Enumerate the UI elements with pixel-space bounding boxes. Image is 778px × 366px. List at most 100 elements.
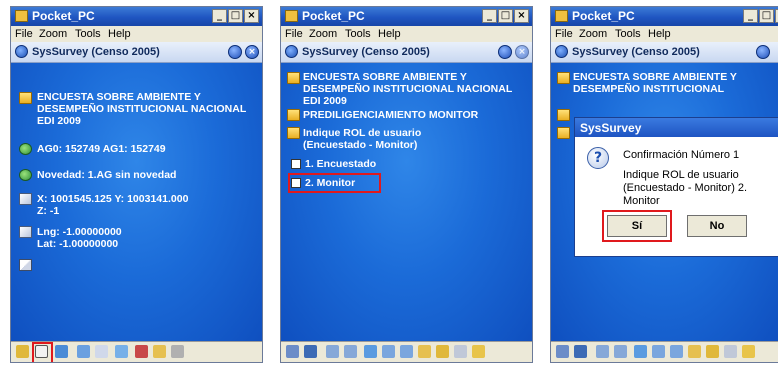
coordinates-icon (19, 193, 32, 205)
menu-file[interactable]: File (555, 28, 573, 40)
maximize-button[interactable]: □ (759, 9, 774, 23)
window-titlebar: Pocket_PC _ □ × (281, 7, 532, 26)
maximize-button[interactable]: □ (228, 9, 243, 23)
menu-tools[interactable]: Tools (615, 28, 641, 40)
no-button[interactable]: No (687, 215, 747, 237)
menu-file[interactable]: File (15, 28, 33, 40)
menu-file[interactable]: File (285, 28, 303, 40)
folder-open-icon (287, 109, 300, 121)
dialog-message: Indique ROL de usuario (Encuestado - Mon… (623, 169, 748, 207)
pencil-icon[interactable] (688, 345, 701, 358)
minimize-button[interactable]: _ (743, 9, 758, 23)
pencil-icon[interactable] (418, 345, 431, 358)
confirmation-dialog: SysSurvey ? Confirmación Número 1 Indiqu… (574, 117, 778, 257)
pencil-icon[interactable] (153, 345, 166, 358)
folder-icon (19, 92, 32, 104)
encuestado-checkbox[interactable] (291, 159, 301, 169)
refresh-icon[interactable] (115, 345, 128, 358)
minimize-button[interactable]: _ (212, 9, 227, 23)
dialog-body: ? Confirmación Número 1 Indique ROL de u… (575, 137, 778, 256)
flag-icon (19, 259, 32, 271)
refresh-icon[interactable] (634, 345, 647, 358)
dialog-titlebar: SysSurvey (575, 118, 778, 137)
menu-help[interactable]: Help (378, 28, 401, 40)
tree-icon[interactable] (382, 345, 395, 358)
menu-help[interactable]: Help (108, 28, 131, 40)
window-titlebar: Pocket_PC _ □ × (551, 7, 778, 26)
globe-tool-icon[interactable] (55, 345, 68, 358)
window-icon[interactable] (95, 345, 108, 358)
app-title: SysSurvey (Censo 2005) (572, 46, 700, 58)
highlight-yes-button (602, 210, 672, 242)
question-icon: ? (587, 147, 609, 169)
app-close-button[interactable]: × (245, 45, 259, 59)
xy-coordinates: X: 1001545.125 Y: 1003141.000 (37, 193, 189, 205)
tree-icon[interactable] (652, 345, 665, 358)
app-icon (555, 45, 568, 58)
dialog-title: SysSurvey (580, 121, 642, 135)
pocket-pc-window-2: Pocket_PC _ □ × File Zoom Tools Help Sys… (280, 6, 533, 363)
novedad-text: Novedad: 1.AG sin novedad (37, 169, 177, 181)
menu-tools[interactable]: Tools (345, 28, 371, 40)
undo-icon[interactable] (326, 345, 339, 358)
app-minimize-button[interactable] (228, 45, 242, 59)
bottom-toolbar (551, 341, 778, 362)
window-title: Pocket_PC (572, 9, 635, 23)
close-button[interactable]: × (244, 9, 259, 23)
minimize-button[interactable]: _ (482, 9, 497, 23)
pocket-pc-window-3: Pocket_PC _ □ × File Zoom Tools Help Sys… (550, 6, 778, 363)
undo-icon[interactable] (596, 345, 609, 358)
open-folder-icon[interactable] (436, 345, 449, 358)
home-icon[interactable] (556, 345, 569, 358)
folder-icon (287, 72, 300, 84)
pocketpc-icon (555, 10, 568, 22)
menu-help[interactable]: Help (648, 28, 671, 40)
flag-tool-icon[interactable] (135, 345, 148, 358)
key-icon[interactable] (724, 345, 737, 358)
open-folder-icon[interactable] (706, 345, 719, 358)
folder-open-icon (557, 109, 570, 121)
pocket-pc-window-1: Pocket_PC _ □ × File Zoom Tools Help Sys… (10, 6, 263, 363)
app-minimize-button[interactable] (756, 45, 770, 59)
app-header: SysSurvey (Censo 2005) × (11, 42, 262, 63)
checkmark-icon[interactable] (472, 345, 485, 358)
copy-icon[interactable] (77, 345, 90, 358)
bottom-toolbar (281, 341, 532, 362)
maximize-button[interactable]: □ (498, 9, 513, 23)
window-title: Pocket_PC (302, 9, 365, 23)
option-encuestado[interactable]: 1. Encuestado (305, 158, 376, 170)
latitude: Lat: -1.00000000 (37, 238, 119, 250)
menu-zoom[interactable]: Zoom (579, 28, 607, 40)
app-icon (285, 45, 298, 58)
gps-icon (19, 226, 32, 238)
dialog-heading: Confirmación Número 1 (623, 149, 740, 161)
save-icon[interactable] (304, 345, 317, 358)
question-folder-icon (557, 127, 570, 139)
folder-tool-icon[interactable] (16, 345, 29, 358)
home-icon[interactable] (286, 345, 299, 358)
grid-icon[interactable] (670, 345, 683, 358)
close-button[interactable]: × (514, 9, 529, 23)
refresh-icon[interactable] (364, 345, 377, 358)
grid-icon[interactable] (400, 345, 413, 358)
menu-tools[interactable]: Tools (75, 28, 101, 40)
pocketpc-icon (285, 10, 298, 22)
ag-values: AG0: 152749 AG1: 152749 (37, 143, 166, 155)
redo-icon[interactable] (614, 345, 627, 358)
pocketpc-icon (15, 10, 28, 22)
app-header: SysSurvey (Censo 2005) (551, 42, 778, 63)
app-minimize-button[interactable] (498, 45, 512, 59)
z-coordinate: Z: -1 (37, 205, 60, 217)
location-icon (19, 143, 32, 155)
role-question: Indique ROL de usuario (Encuestado - Mon… (303, 127, 422, 151)
prediligenciamiento-label: PREDILIGENCIAMIENTO MONITOR (303, 109, 479, 121)
menu-zoom[interactable]: Zoom (309, 28, 337, 40)
app-title: SysSurvey (Censo 2005) (302, 46, 430, 58)
menu-zoom[interactable]: Zoom (39, 28, 67, 40)
app-close-button[interactable]: × (515, 45, 529, 59)
redo-icon[interactable] (344, 345, 357, 358)
checkmark-icon[interactable] (742, 345, 755, 358)
save-icon[interactable] (574, 345, 587, 358)
key-icon[interactable] (454, 345, 467, 358)
arrow-icon[interactable] (171, 345, 184, 358)
